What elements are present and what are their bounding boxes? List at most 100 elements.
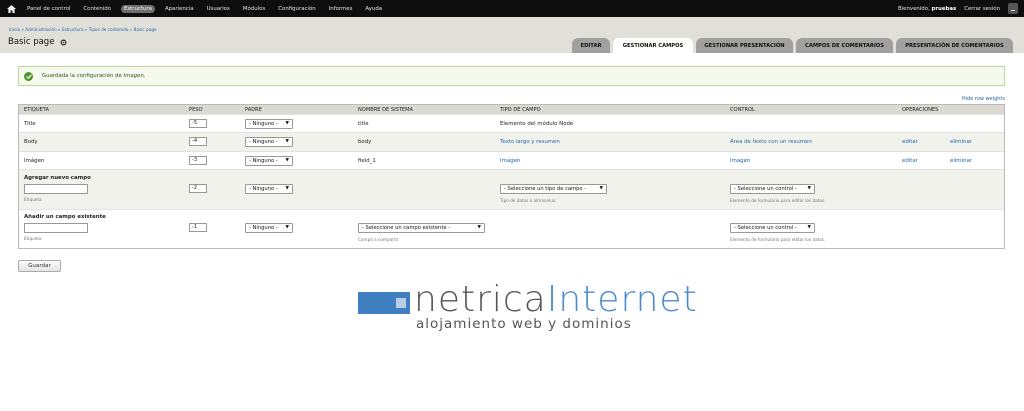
row-label: Imágen: [24, 158, 45, 164]
message-field: Imagen: [123, 73, 144, 79]
chevron-down-icon: ▼: [477, 225, 481, 230]
row-field-type: Elemento del módulo Node: [500, 121, 574, 127]
parent-select[interactable]: - Ninguno - ▼: [245, 156, 293, 166]
add-new-field-title: Agregar nuevo campo: [24, 175, 91, 181]
parent-select[interactable]: - Ninguno - ▼: [245, 119, 293, 129]
row-machine-name: body: [358, 139, 372, 145]
chevron-down-icon: ▼: [599, 186, 603, 191]
existing-field-label-input[interactable]: [24, 223, 88, 233]
widget-select-value: - Seleccione un control -: [734, 186, 797, 192]
parent-select[interactable]: - Ninguno - ▼: [245, 137, 293, 147]
widget-select[interactable]: - Seleccione un control - ▼: [730, 223, 815, 233]
add-existing-field-row: Añadir un campo existente Etiqueta -1 - …: [19, 210, 1004, 248]
toolbar-item-help[interactable]: Ayuda: [362, 5, 385, 13]
tab-comment-fields[interactable]: CAMPOS DE COMENTARIOS: [796, 38, 893, 53]
tab-manage-fields[interactable]: GESTIONAR CAMPOS: [613, 38, 693, 53]
row-label: Title: [24, 121, 36, 127]
widget-desc: Elemento de formulario para editar los d…: [730, 237, 826, 242]
toolbar-item-structure[interactable]: Estructura: [120, 4, 155, 13]
row-field-type-link[interactable]: Imagen: [500, 158, 520, 164]
toolbar-item-modules[interactable]: Módulos: [240, 5, 268, 13]
logo-tagline: alojamiento web y dominios: [416, 316, 632, 332]
edit-link[interactable]: editar: [902, 139, 918, 145]
table-row: Imágen -3 - Ninguno - ▼ field_1 Imagen Im…: [19, 152, 1004, 170]
username-link[interactable]: pruebas: [931, 6, 956, 12]
parent-select[interactable]: - Ninguno - ▼: [245, 223, 293, 233]
add-existing-field-title: Añadir un campo existente: [24, 214, 106, 220]
welcome-text: Bienvenido, pruebas: [898, 6, 956, 12]
page-title: Basic page: [8, 37, 67, 47]
edit-link[interactable]: editar: [902, 158, 918, 164]
tabs: EDITAR GESTIONAR CAMPOS GESTIONAR PRESEN…: [569, 38, 1013, 53]
row-widget-link[interactable]: Imagen: [730, 158, 750, 164]
header-label: ETIQUETA: [24, 107, 49, 113]
chevron-down-icon: ▼: [285, 186, 289, 191]
logo-mark-icon: [358, 292, 410, 314]
widget-desc: Elemento de formulario para editar los d…: [730, 198, 826, 203]
header-operations: OPERACIONES: [902, 107, 939, 113]
toolbar-item-users[interactable]: Usuarios: [204, 5, 233, 13]
existing-field-select-value: - Seleccione un campo existente -: [362, 225, 451, 231]
welcome-prefix: Bienvenido,: [897, 5, 930, 12]
gear-icon[interactable]: [60, 39, 67, 46]
parent-select-value: - Ninguno -: [249, 186, 278, 192]
widget-select[interactable]: - Seleccione un control - ▼: [730, 184, 815, 194]
parent-select-value: - Ninguno -: [249, 225, 278, 231]
header-machine-name: NOMBRE DE SISTEMA: [358, 107, 414, 113]
weight-input[interactable]: -1: [189, 223, 207, 232]
toolbar-item-panel[interactable]: Panel de control: [24, 5, 73, 13]
widget-select-value: - Seleccione un control -: [734, 225, 797, 231]
delete-link[interactable]: eliminar: [950, 139, 972, 145]
row-machine-name: field_1: [358, 158, 376, 164]
message-prefix: Guardada la configuración de: [42, 73, 124, 79]
page-title-text: Basic page: [8, 37, 55, 47]
tab-manage-display[interactable]: GESTIONAR PRESENTACIÓN: [696, 38, 793, 53]
table-row: Title -5 - Ninguno - ▼ title Elemento del…: [19, 115, 1004, 133]
table-header: ETIQUETA PESO PADRE NOMBRE DE SISTEMA TI…: [19, 105, 1004, 115]
toolbar-item-appearance[interactable]: Apariencia: [162, 5, 197, 13]
chevron-down-icon: ▼: [285, 121, 289, 126]
weight-input[interactable]: -4: [189, 137, 207, 146]
weight-input[interactable]: -3: [189, 156, 207, 165]
header-field-type: TIPO DE CAMPO: [500, 107, 541, 113]
toolbar-item-configuration[interactable]: Configuración: [275, 5, 318, 13]
field-type-select-value: - Seleccione un tipo de campo -: [504, 186, 587, 192]
weight-input[interactable]: -2: [189, 184, 207, 193]
status-message-text: Guardada la configuración de Imagen.: [42, 73, 146, 79]
hide-row-weights-link[interactable]: Hide row weights: [962, 96, 1005, 102]
save-button[interactable]: Guardar: [18, 260, 61, 272]
toolbar-item-reports[interactable]: Informes: [326, 5, 356, 13]
message-suffix: .: [143, 73, 146, 79]
parent-select-value: - Ninguno -: [249, 158, 278, 164]
parent-select-value: - Ninguno -: [249, 139, 278, 145]
row-field-type-link[interactable]: Texto largo y resumen: [500, 139, 560, 145]
logout-link[interactable]: Cerrar sesión: [964, 6, 1000, 12]
logo-word-b: Internet: [546, 279, 698, 320]
chevron-down-icon: ▼: [285, 139, 289, 144]
delete-link[interactable]: eliminar: [950, 158, 972, 164]
tab-comment-display[interactable]: PRESENTACIÓN DE COMENTARIOS: [896, 38, 1013, 53]
breadcrumb[interactable]: Inicio » Administración » Estructura » T…: [9, 27, 157, 32]
toolbar-toggle-button[interactable]: [1008, 3, 1018, 14]
header-parent: PADRE: [245, 107, 262, 113]
field-type-select[interactable]: - Seleccione un tipo de campo - ▼: [500, 184, 607, 194]
header-weight: PESO: [189, 107, 203, 113]
existing-field-select[interactable]: - Seleccione un campo existente - ▼: [358, 223, 485, 233]
new-field-label-input[interactable]: [24, 184, 88, 194]
add-new-field-row: Agregar nuevo campo Etiqueta -2 - Ningun…: [19, 170, 1004, 210]
home-icon[interactable]: [6, 4, 16, 14]
toolbar-item-content[interactable]: Contenido: [80, 5, 114, 13]
existing-field-label-desc: Etiqueta: [24, 236, 42, 241]
weight-input[interactable]: -5: [189, 119, 207, 128]
logo-word-a: netrica: [414, 279, 547, 320]
admin-toolbar: Panel de control Contenido Estructura Ap…: [0, 0, 1024, 17]
parent-select[interactable]: - Ninguno - ▼: [245, 184, 293, 194]
tab-edit[interactable]: EDITAR: [572, 38, 610, 53]
row-widget-link[interactable]: Área de texto con un resumen: [730, 139, 812, 145]
fields-table: ETIQUETA PESO PADRE NOMBRE DE SISTEMA TI…: [18, 104, 1005, 249]
parent-select-value: - Ninguno -: [249, 121, 278, 127]
row-label: Body: [24, 139, 38, 145]
chevron-down-icon: ▼: [807, 186, 811, 191]
chevron-down-icon: ▼: [807, 225, 811, 230]
check-icon: [24, 71, 33, 81]
